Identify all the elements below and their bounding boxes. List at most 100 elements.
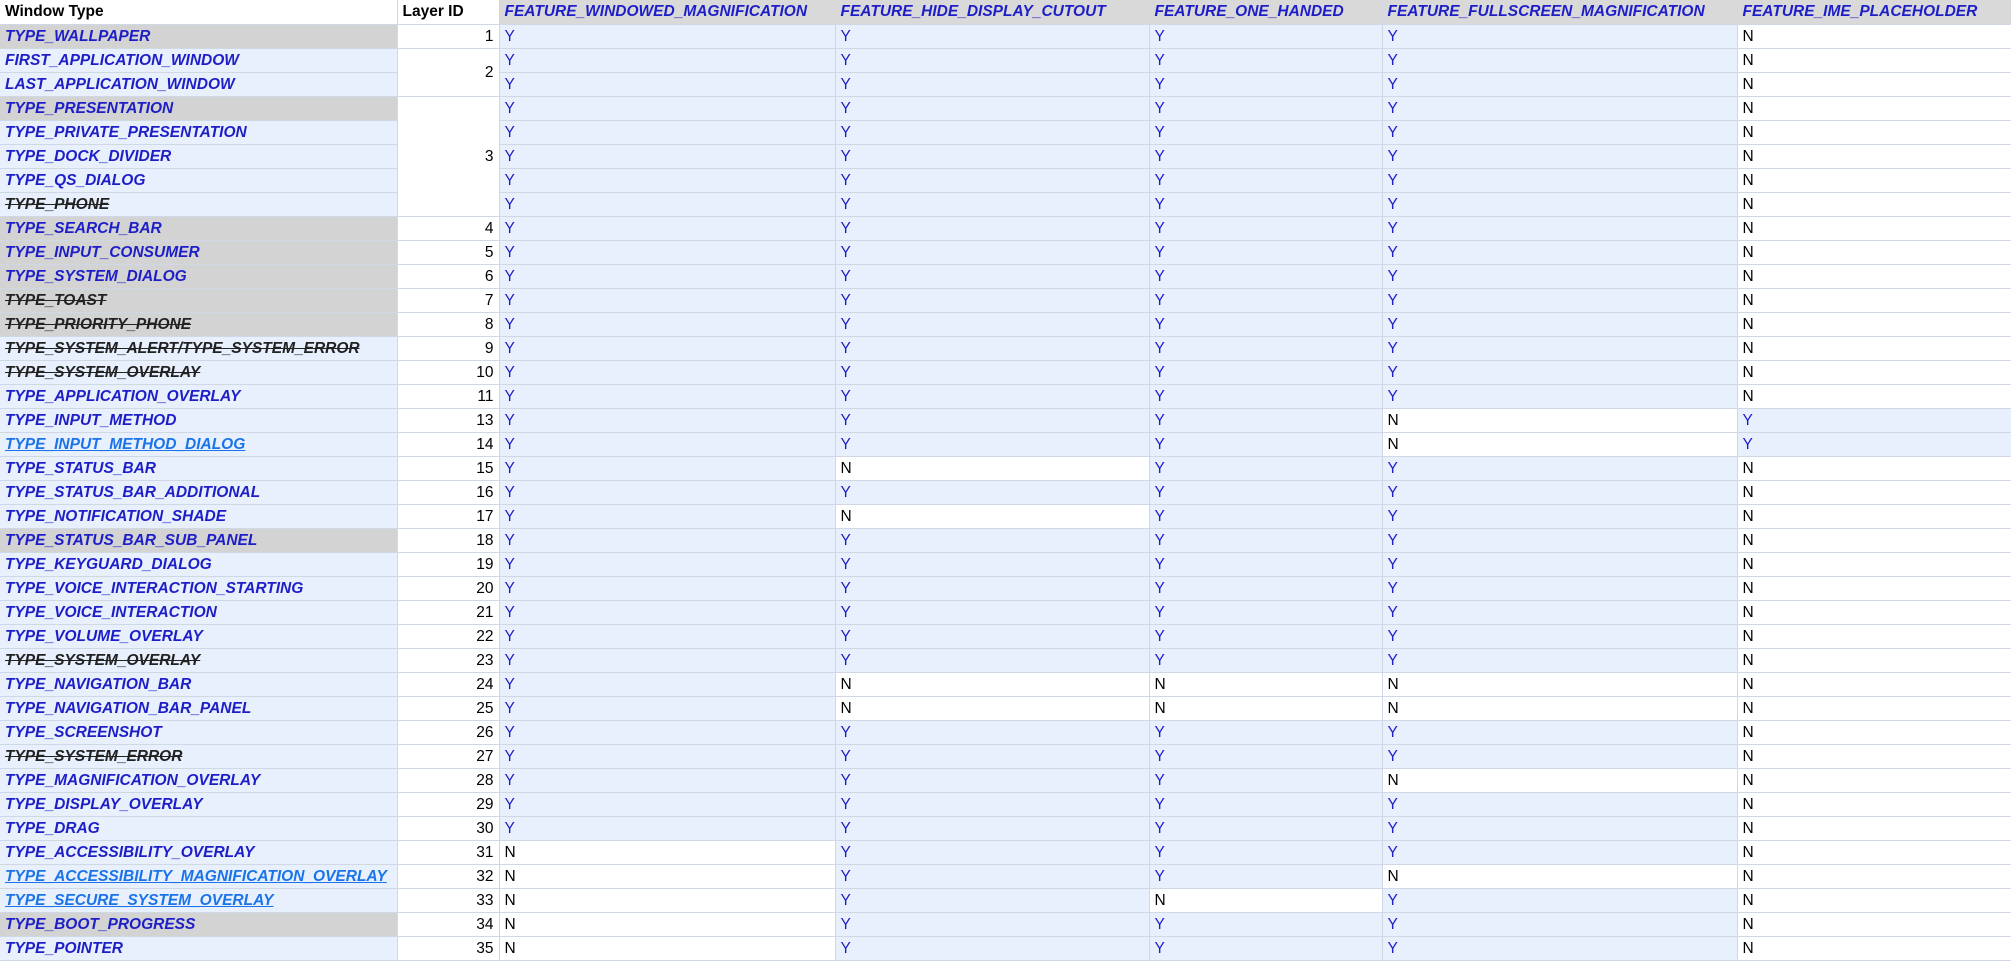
feature-cell-one-handed[interactable]: Y	[1149, 192, 1383, 217]
layer-id-cell[interactable]: 33	[397, 888, 500, 913]
layer-id-cell[interactable]: 15	[397, 456, 500, 481]
feature-cell-ime-placeholder[interactable]: N	[1737, 360, 2011, 385]
window-type-cell[interactable]: TYPE_VOLUME_OVERLAY	[0, 624, 398, 649]
feature-cell-ime-placeholder[interactable]: N	[1737, 96, 2011, 121]
layer-id-cell[interactable]: 8	[397, 312, 500, 337]
feature-cell-hide-display-cutout[interactable]: Y	[835, 360, 1150, 385]
feature-cell-one-handed[interactable]: Y	[1149, 24, 1383, 49]
window-type-cell[interactable]: TYPE_PRIORITY_PHONE	[0, 312, 398, 337]
feature-cell-ime-placeholder[interactable]: N	[1737, 384, 2011, 409]
feature-cell-hide-display-cutout[interactable]: Y	[835, 816, 1150, 841]
feature-cell-one-handed[interactable]: Y	[1149, 168, 1383, 193]
feature-cell-ime-placeholder[interactable]: N	[1737, 744, 2011, 769]
window-type-cell[interactable]: TYPE_SYSTEM_ERROR	[0, 744, 398, 769]
feature-cell-fullscreen-magnification[interactable]: Y	[1382, 840, 1738, 865]
feature-cell-hide-display-cutout[interactable]: Y	[835, 720, 1150, 745]
feature-cell-fullscreen-magnification[interactable]: Y	[1382, 888, 1738, 913]
feature-cell-hide-display-cutout[interactable]: Y	[835, 168, 1150, 193]
feature-cell-one-handed[interactable]: Y	[1149, 456, 1383, 481]
feature-cell-fullscreen-magnification[interactable]: Y	[1382, 384, 1738, 409]
feature-cell-one-handed[interactable]: Y	[1149, 336, 1383, 361]
feature-cell-ime-placeholder[interactable]: N	[1737, 720, 2011, 745]
window-type-cell[interactable]: TYPE_SYSTEM_DIALOG	[0, 264, 398, 289]
feature-cell-hide-display-cutout[interactable]: Y	[835, 936, 1150, 961]
layer-id-cell[interactable]: 1	[397, 24, 500, 49]
feature-cell-fullscreen-magnification[interactable]: Y	[1382, 264, 1738, 289]
feature-cell-windowed-magnification[interactable]: Y	[499, 312, 836, 337]
feature-cell-fullscreen-magnification[interactable]: Y	[1382, 216, 1738, 241]
window-type-cell[interactable]: TYPE_SEARCH_BAR	[0, 216, 398, 241]
feature-cell-ime-placeholder[interactable]: N	[1737, 936, 2011, 961]
layer-id-cell[interactable]: 13	[397, 408, 500, 433]
feature-cell-hide-display-cutout[interactable]: Y	[835, 768, 1150, 793]
feature-cell-fullscreen-magnification[interactable]: Y	[1382, 720, 1738, 745]
feature-cell-one-handed[interactable]: Y	[1149, 528, 1383, 553]
window-type-cell[interactable]: TYPE_VOICE_INTERACTION_STARTING	[0, 576, 398, 601]
feature-cell-ime-placeholder[interactable]: N	[1737, 696, 2011, 721]
feature-cell-fullscreen-magnification[interactable]: Y	[1382, 312, 1738, 337]
layer-id-cell[interactable]: 34	[397, 912, 500, 937]
feature-cell-windowed-magnification[interactable]: Y	[499, 144, 836, 169]
feature-cell-one-handed[interactable]: Y	[1149, 96, 1383, 121]
feature-cell-ime-placeholder[interactable]: N	[1737, 672, 2011, 697]
feature-cell-ime-placeholder[interactable]: N	[1737, 504, 2011, 529]
feature-cell-one-handed[interactable]: Y	[1149, 576, 1383, 601]
feature-cell-ime-placeholder[interactable]: N	[1737, 840, 2011, 865]
feature-cell-one-handed[interactable]: Y	[1149, 120, 1383, 145]
feature-cell-hide-display-cutout[interactable]: Y	[835, 72, 1150, 97]
feature-cell-ime-placeholder[interactable]: N	[1737, 624, 2011, 649]
layer-id-cell[interactable]: 30	[397, 816, 500, 841]
feature-cell-windowed-magnification[interactable]: Y	[499, 432, 836, 457]
window-type-cell[interactable]: TYPE_STATUS_BAR_SUB_PANEL	[0, 528, 398, 553]
feature-cell-windowed-magnification[interactable]: Y	[499, 504, 836, 529]
feature-cell-ime-placeholder[interactable]: N	[1737, 48, 2011, 73]
header-one-handed[interactable]: FEATURE_ONE_HANDED	[1149, 0, 1383, 25]
feature-cell-one-handed[interactable]: Y	[1149, 384, 1383, 409]
feature-cell-hide-display-cutout[interactable]: Y	[835, 552, 1150, 577]
layer-id-cell[interactable]: 31	[397, 840, 500, 865]
window-type-cell[interactable]: TYPE_PHONE	[0, 192, 398, 217]
feature-cell-fullscreen-magnification[interactable]: Y	[1382, 240, 1738, 265]
feature-cell-hide-display-cutout[interactable]: Y	[835, 600, 1150, 625]
feature-cell-windowed-magnification[interactable]: Y	[499, 720, 836, 745]
feature-cell-ime-placeholder[interactable]: N	[1737, 480, 2011, 505]
feature-cell-windowed-magnification[interactable]: N	[499, 912, 836, 937]
feature-cell-fullscreen-magnification[interactable]: Y	[1382, 168, 1738, 193]
feature-cell-one-handed[interactable]: Y	[1149, 552, 1383, 577]
layer-id-cell[interactable]: 28	[397, 768, 500, 793]
feature-cell-ime-placeholder[interactable]: N	[1737, 192, 2011, 217]
feature-cell-hide-display-cutout[interactable]: N	[835, 504, 1150, 529]
feature-cell-one-handed[interactable]: Y	[1149, 288, 1383, 313]
window-type-cell[interactable]: TYPE_QS_DIALOG	[0, 168, 398, 193]
layer-id-cell[interactable]: 19	[397, 552, 500, 577]
window-type-cell[interactable]: TYPE_STATUS_BAR_ADDITIONAL	[0, 480, 398, 505]
feature-cell-one-handed[interactable]: Y	[1149, 936, 1383, 961]
feature-cell-fullscreen-magnification[interactable]: Y	[1382, 288, 1738, 313]
feature-cell-one-handed[interactable]: Y	[1149, 648, 1383, 673]
layer-id-cell[interactable]: 7	[397, 288, 500, 313]
feature-cell-hide-display-cutout[interactable]: Y	[835, 96, 1150, 121]
feature-cell-hide-display-cutout[interactable]: N	[835, 696, 1150, 721]
feature-cell-one-handed[interactable]: N	[1149, 696, 1383, 721]
feature-cell-one-handed[interactable]: N	[1149, 672, 1383, 697]
feature-cell-windowed-magnification[interactable]: Y	[499, 552, 836, 577]
layer-id-cell[interactable]: 35	[397, 936, 500, 961]
layer-id-cell[interactable]: 21	[397, 600, 500, 625]
feature-cell-windowed-magnification[interactable]: Y	[499, 480, 836, 505]
feature-cell-ime-placeholder[interactable]: N	[1737, 648, 2011, 673]
feature-cell-ime-placeholder[interactable]: N	[1737, 600, 2011, 625]
layer-id-cell[interactable]: 10	[397, 360, 500, 385]
feature-cell-ime-placeholder[interactable]: N	[1737, 456, 2011, 481]
layer-id-cell[interactable]: 32	[397, 864, 500, 889]
feature-cell-hide-display-cutout[interactable]: Y	[835, 144, 1150, 169]
feature-cell-one-handed[interactable]: Y	[1149, 912, 1383, 937]
window-type-cell[interactable]: TYPE_INPUT_CONSUMER	[0, 240, 398, 265]
feature-cell-fullscreen-magnification[interactable]: Y	[1382, 192, 1738, 217]
window-type-cell[interactable]: TYPE_DOCK_DIVIDER	[0, 144, 398, 169]
layer-id-cell[interactable]: 2	[397, 48, 500, 97]
feature-cell-windowed-magnification[interactable]: Y	[499, 624, 836, 649]
feature-cell-fullscreen-magnification[interactable]: Y	[1382, 576, 1738, 601]
feature-cell-windowed-magnification[interactable]: N	[499, 888, 836, 913]
feature-cell-one-handed[interactable]: Y	[1149, 816, 1383, 841]
feature-cell-one-handed[interactable]: Y	[1149, 240, 1383, 265]
